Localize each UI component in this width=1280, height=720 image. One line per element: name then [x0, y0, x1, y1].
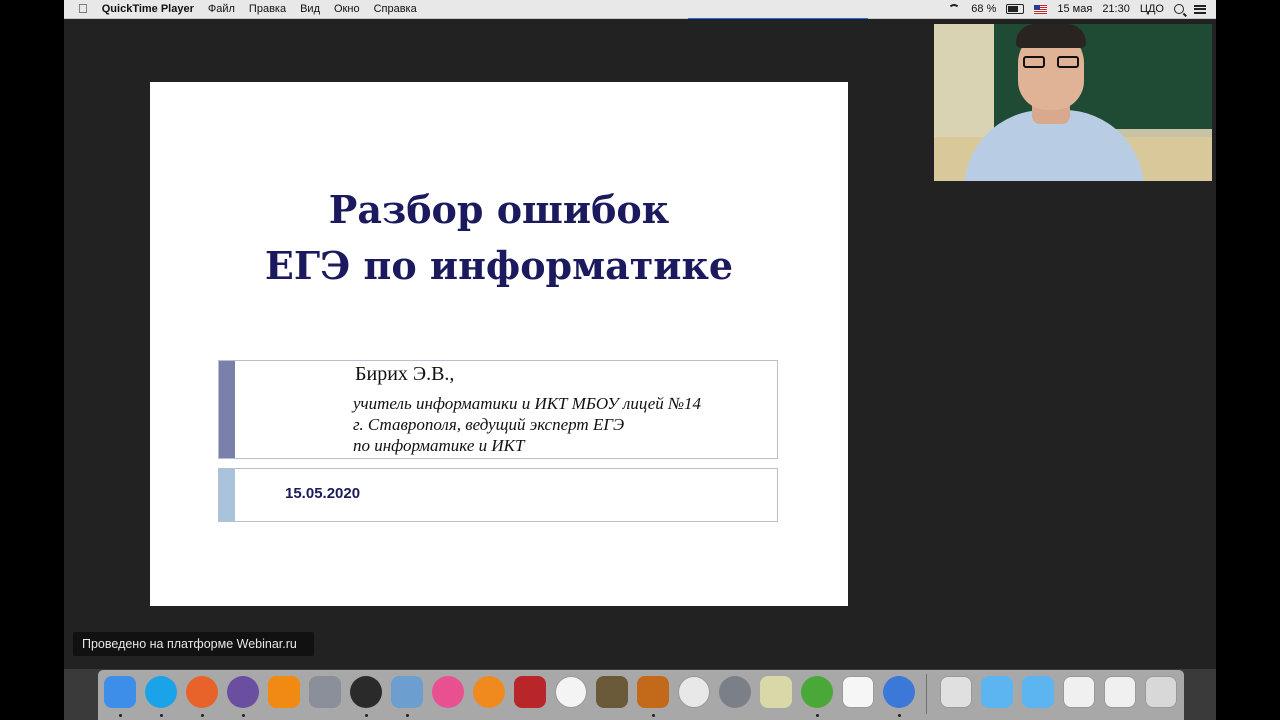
- webcam-person-glasses: [1023, 56, 1079, 70]
- photo-booth-icon[interactable]: [514, 676, 546, 708]
- preview-icon[interactable]: [391, 676, 423, 708]
- firefox-icon[interactable]: [186, 676, 218, 708]
- webcam-video[interactable]: [934, 24, 1212, 181]
- script-icon[interactable]: [760, 676, 792, 708]
- dock-running-indicator: [898, 714, 901, 717]
- letterbox-right: [1216, 0, 1280, 720]
- author-desc-line3: по информатике и ИКТ: [353, 436, 525, 455]
- author-box-accent: [219, 361, 235, 458]
- applications-folder-icon[interactable]: [981, 676, 1013, 708]
- quicktime-icon[interactable]: [883, 676, 915, 708]
- webcam-person-hair: [1016, 24, 1086, 48]
- trash-icon[interactable]: [1145, 676, 1177, 708]
- documents-folder-icon[interactable]: [1022, 676, 1054, 708]
- dock-running-indicator: [242, 714, 245, 717]
- input-source-flag-icon[interactable]: [1034, 4, 1048, 14]
- battery-percent[interactable]: 68 %: [971, 3, 996, 15]
- slide-title-line1: Разбор ошибок: [328, 187, 670, 232]
- user-name[interactable]: ЦДО: [1140, 3, 1164, 15]
- dock-running-indicator: [160, 714, 163, 717]
- apple-icon[interactable]: : [78, 0, 88, 18]
- menu-bar:  QuickTime Player Файл Правка Вид Окно …: [64, 0, 1216, 19]
- vlc-icon[interactable]: [268, 676, 300, 708]
- game-icon[interactable]: [227, 676, 259, 708]
- menu-file[interactable]: Файл: [208, 3, 235, 15]
- spotlight-search-icon[interactable]: [1174, 4, 1184, 14]
- cursor-icon[interactable]: [678, 676, 710, 708]
- date-box: 15.05.2020: [218, 468, 778, 522]
- finder-icon[interactable]: [104, 676, 136, 708]
- date-box-accent: [219, 469, 235, 521]
- menu-edit[interactable]: Правка: [249, 3, 286, 15]
- dock-running-indicator: [652, 714, 655, 717]
- downloads-thumb-icon[interactable]: [1063, 676, 1095, 708]
- battery-icon[interactable]: [1006, 4, 1025, 14]
- dashboard-icon[interactable]: [350, 676, 382, 708]
- launchpad-icon[interactable]: [309, 676, 341, 708]
- author-name: Бирих Э.В.,: [355, 363, 455, 385]
- slide-title: Разбор ошибок ЕГЭ по информатике: [150, 182, 848, 294]
- garageband-icon[interactable]: [637, 676, 669, 708]
- slide-date: 15.05.2020: [285, 485, 361, 502]
- app-menu[interactable]: QuickTime Player: [102, 3, 194, 15]
- photos-icon[interactable]: [555, 676, 587, 708]
- utorrent-icon[interactable]: [801, 676, 833, 708]
- menu-help[interactable]: Справка: [374, 3, 417, 15]
- dock-running-indicator: [406, 714, 409, 717]
- author-desc-line1: учитель информатики и ИКТ МБОУ лицей №14: [353, 394, 702, 413]
- document-icon[interactable]: [842, 676, 874, 708]
- clock-time[interactable]: 21:30: [1102, 3, 1130, 15]
- ibooks-icon[interactable]: [473, 676, 505, 708]
- dock-running-indicator: [201, 714, 204, 717]
- author-box: Бирих Э.В., учитель информатики и ИКТ МБ…: [218, 360, 778, 459]
- author-description: учитель информатики и ИКТ МБОУ лицей №14…: [353, 393, 701, 456]
- imovie-icon[interactable]: [596, 676, 628, 708]
- itunes-icon[interactable]: [432, 676, 464, 708]
- menu-view[interactable]: Вид: [300, 3, 320, 15]
- screen-thumb-icon[interactable]: [1104, 676, 1136, 708]
- menu-window[interactable]: Окно: [334, 3, 360, 15]
- wifi-icon[interactable]: [947, 4, 961, 14]
- dock-running-indicator: [119, 714, 122, 717]
- clock-date[interactable]: 15 мая: [1057, 3, 1092, 15]
- letterbox-left: [0, 0, 64, 720]
- dock-running-indicator: [365, 714, 368, 717]
- author-desc-line2: г. Ставрополя, ведущий эксперт ЕГЭ: [353, 415, 625, 434]
- notification-center-icon[interactable]: [1194, 4, 1206, 14]
- system-preferences-icon[interactable]: [719, 676, 751, 708]
- skype-icon[interactable]: [145, 676, 177, 708]
- dock-running-indicator: [816, 714, 819, 717]
- slide-title-line2: ЕГЭ по информатике: [264, 243, 734, 288]
- dock-separator: [926, 674, 927, 714]
- presentation-slide: Разбор ошибок ЕГЭ по информатике Бирих Э…: [150, 82, 848, 606]
- webinar-platform-tag: Проведено на платформе Webinar.ru: [73, 632, 314, 656]
- screenshot-thumb-icon[interactable]: [940, 676, 972, 708]
